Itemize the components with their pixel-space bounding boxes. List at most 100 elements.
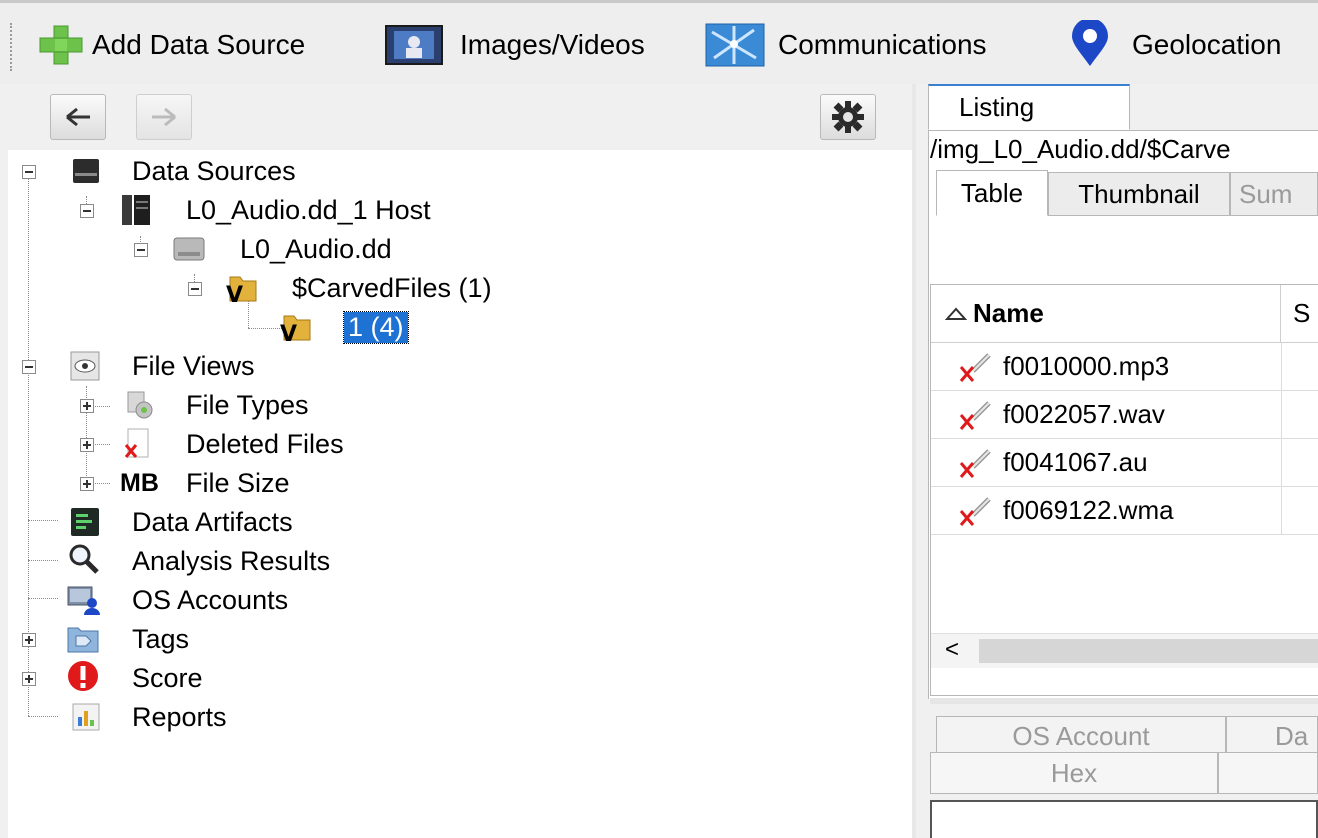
- geolocation-label: Geolocation: [1132, 29, 1282, 60]
- expand-toggle[interactable]: [80, 477, 94, 491]
- tab-thumbnail[interactable]: Thumbnail: [1048, 172, 1230, 216]
- directory-tree: Data Sources L0_Audio.dd_1 Host L0_Audio…: [8, 150, 916, 838]
- virtual-folder-icon: V: [280, 315, 311, 342]
- sort-ascending-icon: [945, 307, 967, 320]
- tree-item-file-views[interactable]: File Views: [8, 347, 608, 386]
- tree-item-carved-child[interactable]: V 1 (4): [8, 308, 608, 347]
- tab-hex[interactable]: Hex: [930, 752, 1218, 794]
- report-chart-icon: [72, 703, 100, 731]
- tree-item-tags[interactable]: Tags: [8, 620, 608, 659]
- tree-label: File Views: [132, 351, 255, 381]
- file-name: f0010000.mp3: [1003, 351, 1170, 381]
- horizontal-scrollbar[interactable]: <: [931, 633, 1318, 668]
- green-plus-icon: [34, 20, 92, 70]
- scroll-left-arrow[interactable]: <: [945, 636, 959, 664]
- path-label: /img_L0_Audio.dd/$Carve: [930, 134, 1231, 164]
- collapse-toggle[interactable]: [22, 165, 36, 179]
- tab-label: Listing: [959, 92, 1035, 122]
- deleted-file-icon: [959, 496, 991, 526]
- tree-label: Tags: [132, 624, 190, 654]
- table-row[interactable]: f0069122.wma: [931, 487, 1318, 535]
- expand-toggle[interactable]: [22, 633, 36, 647]
- add-data-source-label: Add Data Source: [92, 29, 306, 60]
- images-videos-icon: [380, 20, 460, 70]
- tree-item-reports[interactable]: Reports: [8, 698, 608, 737]
- tree-label: L0_Audio.dd: [240, 234, 392, 264]
- tab-os-account[interactable]: OS Account: [936, 716, 1226, 756]
- column-header-name[interactable]: Name: [931, 285, 1281, 343]
- tree-navigation-bar: [0, 84, 916, 150]
- tree-item-os-accounts[interactable]: OS Accounts: [8, 581, 608, 620]
- horizontal-splitter[interactable]: [930, 698, 1318, 704]
- tree-item-carved-files[interactable]: V $CarvedFiles (1): [8, 269, 608, 308]
- back-button[interactable]: [50, 94, 106, 140]
- column-label: S: [1293, 298, 1311, 328]
- tab-table[interactable]: Table: [936, 170, 1048, 216]
- mb-icon: MB: [120, 469, 159, 497]
- images-videos-label: Images/Videos: [460, 29, 645, 60]
- virtual-folder-icon: V: [226, 276, 257, 303]
- tree-item-data-sources[interactable]: Data Sources: [8, 152, 608, 191]
- tree-item-host[interactable]: L0_Audio.dd_1 Host: [8, 191, 608, 230]
- toolbar-grip[interactable]: [10, 23, 16, 71]
- scrollbar-thumb[interactable]: [979, 639, 1318, 663]
- add-data-source-button[interactable]: Add Data Source: [34, 17, 305, 73]
- gear-icon: [832, 101, 864, 133]
- file-table: Name S f0010000.mp3 f0022057.wav f004106…: [930, 284, 1318, 696]
- communications-button[interactable]: Communications: [704, 17, 987, 73]
- deleted-file-icon: [959, 400, 991, 430]
- eye-icon: [70, 351, 100, 381]
- images-videos-button[interactable]: Images/Videos: [380, 17, 645, 73]
- expand-toggle[interactable]: [22, 672, 36, 686]
- disk-image-icon: [173, 237, 205, 261]
- file-name: f0069122.wma: [1003, 495, 1174, 525]
- tab-label: Da: [1275, 720, 1309, 751]
- table-row[interactable]: f0010000.mp3: [931, 343, 1318, 391]
- collapse-toggle[interactable]: [22, 360, 36, 374]
- table-row[interactable]: f0041067.au: [931, 439, 1318, 487]
- column-header-second[interactable]: S: [1281, 285, 1318, 343]
- expand-toggle[interactable]: [80, 438, 94, 452]
- file-name: f0022057.wav: [1003, 399, 1165, 429]
- tree-label-selected: 1 (4): [343, 311, 409, 344]
- tree-item-file-size[interactable]: MB File Size: [8, 464, 608, 503]
- tree-item-deleted-files[interactable]: Deleted Files: [8, 425, 608, 464]
- tab-data[interactable]: Da: [1226, 716, 1318, 756]
- arrow-right-icon: [152, 107, 176, 127]
- collapse-toggle[interactable]: [188, 282, 202, 296]
- arrow-left-icon: [66, 107, 90, 127]
- tree-item-file-types[interactable]: File Types: [8, 386, 608, 425]
- geolocation-button[interactable]: Geolocation: [1060, 17, 1281, 73]
- communications-label: Communications: [778, 29, 987, 60]
- tree-label: $CarvedFiles (1): [292, 273, 492, 303]
- tab-listing[interactable]: Listing: [928, 84, 1130, 130]
- result-viewer: Listing /img_L0_Audio.dd/$Carve Table Th…: [916, 84, 1318, 838]
- tree-item-analysis-results[interactable]: Analysis Results: [8, 542, 608, 581]
- exclamation-icon: [68, 661, 98, 691]
- tree-label: Data Artifacts: [132, 507, 293, 537]
- tree-label: File Size: [186, 468, 290, 498]
- expand-toggle[interactable]: [80, 399, 94, 413]
- tree-item-score[interactable]: Score: [8, 659, 608, 698]
- tab-label: Thumbnail: [1078, 178, 1200, 209]
- tab-summary[interactable]: Sum: [1230, 172, 1318, 216]
- tab-label: OS Account: [1012, 720, 1150, 751]
- main-toolbar: Add Data Source Images/Videos Communicat…: [0, 0, 1318, 84]
- settings-button[interactable]: [820, 94, 876, 140]
- tab-label: Hex: [1050, 757, 1098, 788]
- data-artifacts-icon: [71, 508, 99, 536]
- tab-label: Sum: [1239, 178, 1293, 209]
- collapse-toggle[interactable]: [80, 204, 94, 218]
- os-accounts-icon: [67, 586, 100, 615]
- tree-item-image[interactable]: L0_Audio.dd: [8, 230, 608, 269]
- column-label: Name: [973, 298, 1044, 328]
- tree-label: OS Accounts: [132, 585, 289, 615]
- collapse-toggle[interactable]: [134, 243, 148, 257]
- tab-unlabeled[interactable]: [1218, 752, 1318, 794]
- drive-stack-icon: [73, 159, 99, 183]
- svg-text:V: V: [280, 322, 297, 342]
- forward-button[interactable]: [136, 94, 192, 140]
- tree-item-data-artifacts[interactable]: Data Artifacts: [8, 503, 608, 542]
- tree-label: File Types: [186, 390, 309, 420]
- table-row[interactable]: f0022057.wav: [931, 391, 1318, 439]
